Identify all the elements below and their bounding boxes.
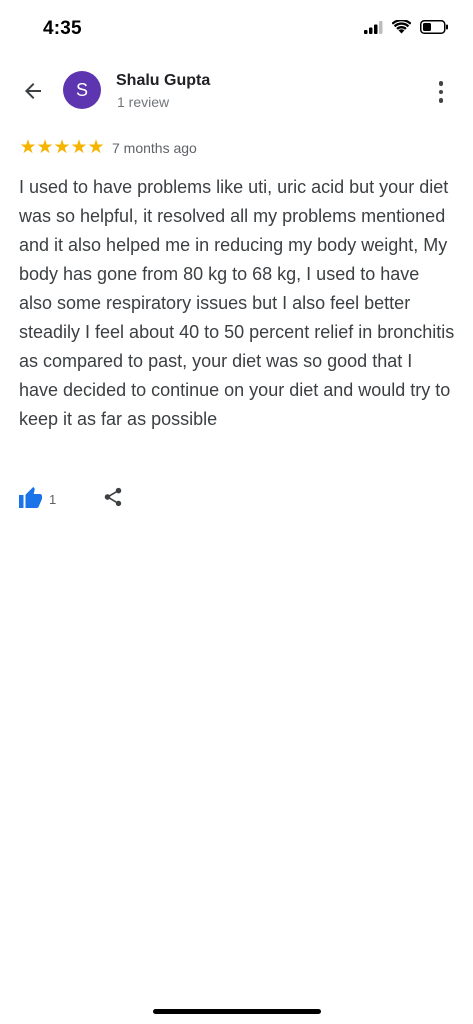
status-bar: 4:35 <box>0 0 473 60</box>
review-screen: 4:35 S Shalu Gupta 1 review ★ ★ ★ ★ ★ 7 … <box>0 0 473 1024</box>
home-indicator[interactable] <box>152 1009 321 1014</box>
share-button[interactable] <box>102 486 124 513</box>
star-icon: ★ <box>36 137 53 158</box>
avatar[interactable]: S <box>63 71 101 109</box>
star-icon: ★ <box>19 137 36 158</box>
review-actions: 1 <box>19 486 124 513</box>
review-header: S Shalu Gupta 1 review <box>0 66 473 118</box>
star-icon: ★ <box>70 137 87 158</box>
avatar-initial: S <box>75 79 88 100</box>
star-icon: ★ <box>53 137 70 158</box>
like-count: 1 <box>49 492 57 507</box>
review-text: I used to have problems like uti, uric a… <box>19 177 455 429</box>
arrow-left-icon <box>21 79 45 108</box>
more-options-button[interactable] <box>429 78 453 106</box>
battery-icon <box>420 20 449 34</box>
review-date: 7 months ago <box>112 139 197 156</box>
like-button[interactable]: 1 <box>19 486 56 513</box>
reviewer-name[interactable]: Shalu Gupta <box>116 72 210 90</box>
back-button[interactable] <box>18 78 48 108</box>
star-rating: ★ ★ ★ ★ ★ <box>19 138 104 157</box>
cellular-signal-icon <box>364 20 383 34</box>
more-vertical-icon <box>438 81 444 86</box>
thumbs-up-icon <box>19 486 43 513</box>
rating-row: ★ ★ ★ ★ ★ 7 months ago <box>19 138 197 157</box>
share-icon <box>102 486 124 513</box>
star-icon: ★ <box>87 137 104 158</box>
status-icons <box>364 20 449 34</box>
wifi-icon <box>392 20 411 34</box>
status-time: 4:35 <box>43 18 82 39</box>
review-count: 1 review <box>117 94 170 110</box>
